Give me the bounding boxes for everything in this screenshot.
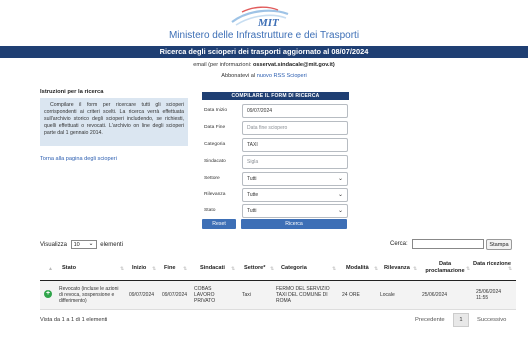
page-length-control: Visualizza 10 ⌄ elementi [40, 240, 123, 249]
cell-stato: Revocato (incluse le azioni di revoca, s… [59, 286, 119, 305]
sort-icon[interactable]: ▲ [48, 266, 53, 272]
table-header: ▲ Stato ⇅ Inizio ⇅ Fine ⇅ Sindacati ⇅ Se… [40, 254, 516, 281]
data-inizio-input[interactable]: 09/07/2024 [242, 104, 348, 118]
back-to-strikes-link[interactable]: Torna alla pagina degli scioperi [40, 156, 117, 162]
col-data-proclamazione[interactable]: Data proclamazione [422, 261, 468, 275]
page-length-select[interactable]: 10 ⌄ [70, 240, 97, 249]
form-heading: Compilare il form di ricerca [202, 92, 349, 100]
instructions-text: Compilare il form per ricercare tutti gl… [40, 98, 188, 146]
rss-link[interactable]: nuovo RSS Scioperi [257, 73, 307, 79]
data-fine-label: Data Fine [204, 125, 226, 130]
page-length-prefix: Visualizza [40, 242, 67, 249]
pagination-next[interactable]: Successivo [477, 317, 506, 323]
table-info: Vista da 1 a 1 di 1 elementi [40, 317, 108, 323]
chevron-down-icon: ⌄ [337, 192, 343, 198]
cell-ricezione: 25/06/2024 11:55 [476, 289, 502, 302]
cell-rilevanza: Locale [380, 292, 395, 298]
table-search-input[interactable] [412, 239, 484, 249]
col-modalita[interactable]: Modalità [346, 265, 369, 272]
col-categoria[interactable]: Categoria [281, 265, 307, 272]
cell-inizio: 09/07/2024 [129, 292, 155, 298]
chevron-down-icon: ⌄ [337, 208, 343, 214]
chevron-down-icon: ⌄ [337, 176, 343, 182]
sindacato-label: Sindacato [204, 159, 226, 164]
sort-icon[interactable]: ⇅ [152, 266, 156, 272]
sort-icon[interactable]: ⇅ [270, 266, 274, 272]
data-inizio-label: Data Inizio [204, 108, 228, 113]
print-button[interactable]: Stampa [486, 239, 512, 250]
sort-icon[interactable]: ⇅ [120, 266, 124, 272]
svg-text:MIT: MIT [257, 17, 280, 29]
form-heading-text: Compilare il form di ricerca [231, 93, 320, 99]
page-title: Ricerca degli scioperi dei trasporti agg… [0, 46, 528, 58]
reset-button[interactable]: Reset [202, 219, 236, 229]
rilevanza-label: Rilevanza [204, 192, 226, 197]
sort-icon[interactable]: ⇅ [231, 266, 235, 272]
instructions-title: Istruzioni per la ricerca [40, 89, 104, 95]
col-sindacati[interactable]: Sindacati [200, 265, 225, 272]
cell-proclamazione: 25/06/2024 [422, 292, 448, 298]
stato-select[interactable]: Tutti ⌄ [242, 204, 348, 218]
email-label: email (per informazioni: [193, 62, 252, 68]
pagination-current-page[interactable]: 1 [453, 313, 469, 327]
rss-prefix: Abbonatevi al [221, 73, 256, 79]
settore-value: Tutti [247, 176, 257, 182]
pagination-previous[interactable]: Precedente [415, 317, 445, 323]
page-length-value: 10 [73, 242, 80, 248]
sort-icon[interactable]: ⇅ [183, 266, 187, 272]
sort-icon[interactable]: ⇅ [413, 266, 417, 272]
mit-logo: MIT [231, 6, 289, 29]
table-search-label: Cerca: [390, 241, 408, 247]
sort-icon[interactable]: ⇅ [466, 266, 470, 272]
cell-modalita: 24 ORE [342, 292, 360, 298]
data-fine-input[interactable]: Data fine sciopero [242, 121, 348, 135]
settore-select[interactable]: Tutti ⌄ [242, 172, 348, 186]
categoria-input[interactable]: TAXI [242, 138, 348, 152]
email-info: email (per informazioni: osservat.sindac… [0, 62, 528, 68]
expand-row-icon[interactable]: + [44, 290, 52, 298]
search-button[interactable]: Ricerca [241, 219, 347, 229]
cell-sindacati: COBAS LAVORO PRIVATO [194, 286, 216, 305]
cell-categoria: FERMO DEL SERVIZIO TAXI DEL COMUNE DI RO… [276, 286, 330, 305]
col-fine[interactable]: Fine [164, 265, 176, 272]
sort-icon[interactable]: ⇅ [332, 266, 336, 272]
sort-icon[interactable]: ⇅ [374, 266, 378, 272]
email-address[interactable]: osservat.sindacale@mit.gov.it) [253, 62, 335, 68]
col-inizio[interactable]: Inizio [132, 265, 146, 272]
cell-settore: Taxi [242, 292, 251, 298]
categoria-label: Categoria [204, 142, 226, 147]
sort-icon[interactable]: ⇅ [508, 266, 512, 272]
stato-value: Tutti [247, 208, 257, 214]
col-settore[interactable]: Settore* [244, 265, 265, 272]
rilevanza-value: Tutte [247, 192, 259, 198]
chevron-down-icon: ⌄ [88, 241, 94, 247]
col-data-ricezione[interactable]: Data ricezione [472, 261, 512, 268]
table-row[interactable]: + Revocato (incluse le azioni di revoca,… [40, 281, 516, 310]
rilevanza-select[interactable]: Tutte ⌄ [242, 188, 348, 202]
rss-subscribe: Abbonatevi al nuovo RSS Scioperi [0, 73, 528, 79]
page-length-suffix: elementi [100, 242, 123, 249]
settore-label: Settore [204, 176, 220, 181]
col-stato[interactable]: Stato [62, 265, 76, 272]
cell-fine: 09/07/2024 [162, 292, 188, 298]
sindacato-input[interactable]: Sigla [242, 155, 348, 169]
ministry-title: Ministero delle Infrastrutture e dei Tra… [168, 30, 360, 41]
col-rilevanza[interactable]: Rilevanza [384, 265, 410, 272]
stato-label: Stato [204, 208, 216, 213]
